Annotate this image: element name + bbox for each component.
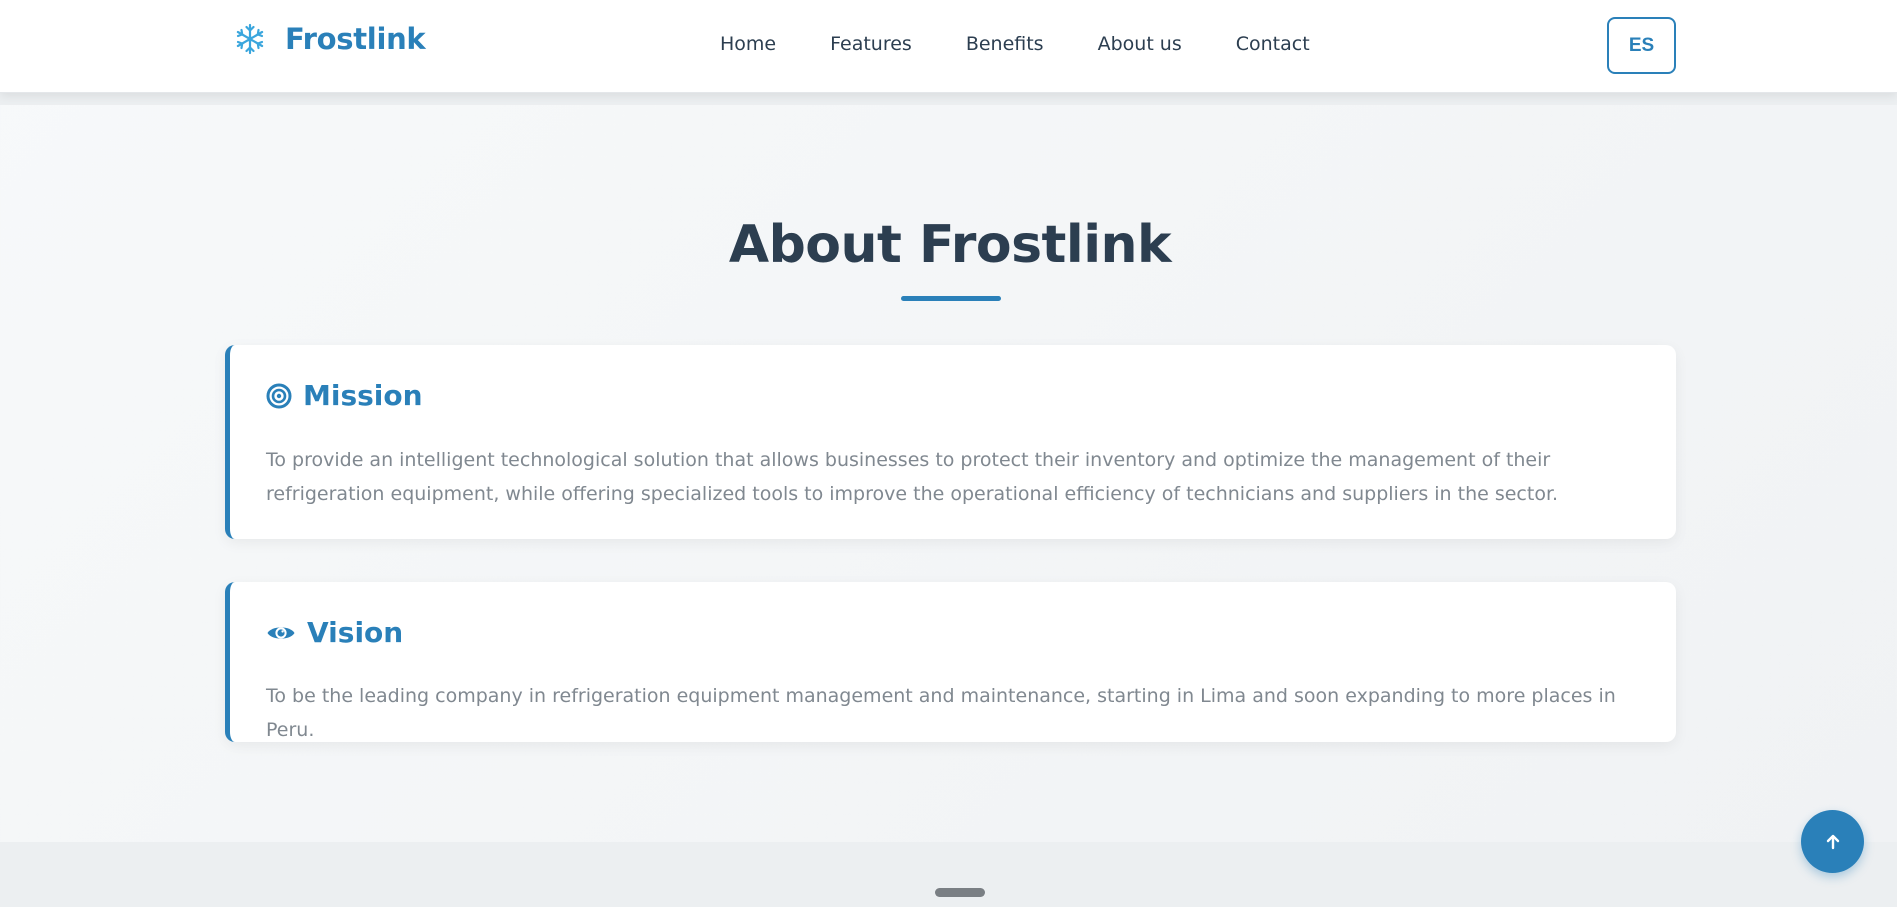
nav-contact[interactable]: Contact <box>1236 33 1310 55</box>
title-underline <box>901 296 1001 301</box>
language-toggle-button[interactable]: ES <box>1607 17 1676 74</box>
footer-band <box>0 842 1897 907</box>
mission-title: Mission <box>303 379 423 412</box>
vision-heading: Vision <box>266 616 403 649</box>
target-icon <box>266 383 292 408</box>
mission-heading: Mission <box>266 379 423 412</box>
scroll-handle[interactable] <box>935 888 985 897</box>
nav-home[interactable]: Home <box>720 33 776 55</box>
vision-text: To be the leading company in refrigerati… <box>266 685 1616 741</box>
site-header: Frostlink Home Features Benefits About u… <box>0 0 1897 93</box>
header-divider <box>0 93 1897 105</box>
brand-logo[interactable]: Frostlink <box>233 22 426 56</box>
nav-features[interactable]: Features <box>830 33 912 55</box>
vision-card: Vision To be the leading company in refr… <box>225 582 1676 742</box>
vision-title: Vision <box>307 616 404 649</box>
mission-text: To provide an intelligent technological … <box>266 449 1559 505</box>
snowflake-icon <box>236 23 264 55</box>
section-title: About Frostlink <box>728 215 1172 275</box>
brand-name: Frostlink <box>285 22 426 56</box>
eye-icon <box>267 626 295 639</box>
mission-card: Mission To provide an intelligent techno… <box>225 345 1676 539</box>
nav-benefits[interactable]: Benefits <box>966 33 1044 55</box>
arrow-up-icon <box>1826 834 1839 849</box>
nav-about-us[interactable]: About us <box>1098 33 1182 55</box>
main-nav: Home Features Benefits About us Contact <box>720 33 1310 55</box>
back-to-top-button[interactable] <box>1801 810 1864 873</box>
